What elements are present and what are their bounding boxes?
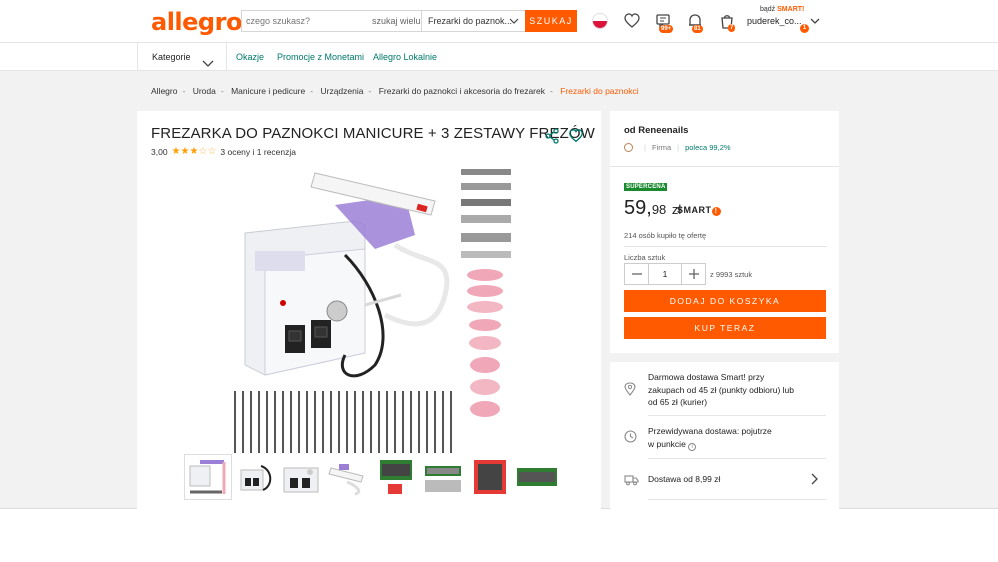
- nav-link-promocje[interactable]: Promocje z Monetami: [277, 43, 364, 71]
- free-delivery-info: Darmowa dostawa Smart! przy zakupach od …: [648, 372, 795, 407]
- product-panel: FREZARKA DO PAZNOKCI MANICURE + 3 ZESTAW…: [137, 111, 601, 509]
- buy-panel: SUPERCENA 59,98 zł SMART! 214 osób kupił…: [610, 167, 839, 353]
- categories-menu[interactable]: Kategorie: [137, 43, 227, 71]
- expected-delivery-text: Przewidywana dostawa: pojutrze w punkcie: [648, 426, 772, 449]
- favorite-heart-icon[interactable]: [568, 128, 584, 149]
- nav-link-okazje[interactable]: Okazje: [236, 43, 264, 71]
- search-bar: szukaj wielu Frezarki do paznok... SZUKA…: [241, 10, 577, 32]
- rating-value: 3,00: [151, 146, 168, 157]
- seller-recommend[interactable]: poleca 99,2%: [685, 143, 730, 152]
- breadcrumb-item[interactable]: Urządzenia: [320, 86, 363, 96]
- thumbnail[interactable]: [326, 455, 372, 499]
- price: 59,98 zł: [624, 197, 681, 220]
- smart-logo: SMART!: [677, 205, 721, 216]
- bought-count: 214 osób kupiło tę ofertę: [624, 231, 707, 240]
- notifications-badge: 81: [692, 25, 703, 33]
- control-box: [244, 220, 366, 376]
- plus-button[interactable]: [682, 264, 705, 284]
- thumbnail[interactable]: [467, 455, 513, 499]
- seller-panel: od Reneenails | Firma | poleca 99,2%: [610, 111, 839, 167]
- chevron-right-icon[interactable]: [810, 472, 820, 491]
- share-icon[interactable]: [544, 128, 560, 149]
- search-category-select[interactable]: Frezarki do paznok...: [422, 11, 525, 31]
- rating-info[interactable]: 3 oceny i 1 recenzja: [220, 147, 296, 157]
- info-icon[interactable]: i: [688, 442, 697, 451]
- divider: [624, 246, 827, 247]
- divider: [648, 499, 826, 500]
- minus-button[interactable]: [625, 264, 648, 284]
- smart-exclamation-icon: !: [711, 207, 721, 216]
- thumbnail[interactable]: [514, 455, 560, 499]
- account-badge: 1: [800, 24, 809, 33]
- account-name[interactable]: puderek_co...: [747, 16, 802, 26]
- search-category-label: Frezarki do paznok...: [428, 16, 513, 26]
- divider: [648, 458, 826, 459]
- price-whole: 59,: [624, 197, 652, 219]
- nav-link-allegro-lokalnie[interactable]: Allegro Lokalnie: [373, 43, 437, 71]
- smart-prefix: bądź: [760, 6, 776, 13]
- search-many-link[interactable]: szukaj wielu: [372, 11, 422, 31]
- breadcrumb-item[interactable]: Uroda: [193, 86, 216, 96]
- divider: [648, 415, 826, 416]
- chevron-down-icon: [509, 11, 519, 31]
- expected-delivery: Przewidywana dostawa: pojutrze w punkcie…: [648, 425, 778, 451]
- buy-now-button[interactable]: KUP TERAZ: [624, 317, 826, 339]
- product-rating[interactable]: 3,00 ★★★☆☆ 3 oceny i 1 recenzja: [151, 146, 296, 157]
- poland-flag-icon[interactable]: [592, 13, 608, 29]
- thumbnail[interactable]: [184, 454, 232, 500]
- delivery-panel: Darmowa dostawa Smart! przy zakupach od …: [610, 362, 839, 509]
- breadcrumb-item[interactable]: Allegro: [151, 86, 177, 96]
- top-header: allegro szukaj wielu Frezarki do paznok.…: [0, 0, 998, 43]
- messages-badge: 99+: [659, 25, 674, 33]
- supercena-badge: SUPERCENA: [624, 183, 668, 191]
- product-title: FREZARKA DO PAZNOKCI MANICURE + 3 ZESTAW…: [151, 125, 595, 142]
- quantity-label: Liczba sztuk: [624, 253, 666, 262]
- clock-icon: [624, 430, 637, 448]
- seller-name[interactable]: od Reneenails: [624, 125, 688, 136]
- quantity-max: z 9993 sztuk: [710, 270, 753, 279]
- smart-promo[interactable]: bądź SMART!: [760, 6, 804, 13]
- seller-badge-icon: [624, 143, 633, 152]
- delivery-cost[interactable]: Dostawa od 8,99 zł: [648, 473, 798, 486]
- product-main-image[interactable]: [225, 165, 513, 453]
- smart-text: SMART: [677, 205, 712, 215]
- truck-icon: [624, 473, 639, 491]
- thumbnail[interactable]: [232, 455, 278, 499]
- quantity-input[interactable]: 1: [648, 264, 682, 284]
- location-pin-icon: [624, 382, 636, 401]
- breadcrumb: Allegro - Uroda - Manicure i pedicure - Urz…: [151, 86, 639, 96]
- bottom-bits-row: [234, 391, 452, 453]
- smart-label: SMART!: [777, 6, 805, 13]
- thumbnail[interactable]: [373, 455, 419, 499]
- price-cents: 98: [651, 202, 667, 217]
- seller-type: Firma: [651, 143, 672, 152]
- heart-icon[interactable]: [623, 12, 641, 30]
- rating-stars: ★★★☆☆: [171, 146, 217, 157]
- thumbnail[interactable]: [279, 455, 325, 499]
- seller-info: | Firma | poleca 99,2%: [624, 143, 731, 152]
- category-nav: Kategorie Okazje Promocje z Monetami All…: [0, 43, 998, 71]
- breadcrumb-item[interactable]: Manicure i pedicure: [231, 86, 305, 96]
- drill-bits-column: [461, 169, 511, 417]
- thumbnail[interactable]: [420, 455, 466, 499]
- allegro-logo[interactable]: allegro: [151, 8, 242, 36]
- breadcrumb-item[interactable]: Frezarki do paznokci i akcesoria do frez…: [379, 86, 545, 96]
- chevron-down-icon[interactable]: [809, 14, 821, 32]
- categories-label: Kategorie: [152, 52, 191, 62]
- breadcrumb-current: Frezarki do paznokci: [560, 86, 639, 96]
- quantity-stepper: 1: [624, 263, 706, 285]
- search-button[interactable]: SZUKAJ: [525, 10, 577, 32]
- add-to-cart-button[interactable]: DODAJ DO KOSZYKA: [624, 290, 826, 312]
- search-input[interactable]: [242, 11, 372, 31]
- cart-badge: 7: [728, 24, 736, 32]
- thumbnail-strip: [184, 454, 560, 500]
